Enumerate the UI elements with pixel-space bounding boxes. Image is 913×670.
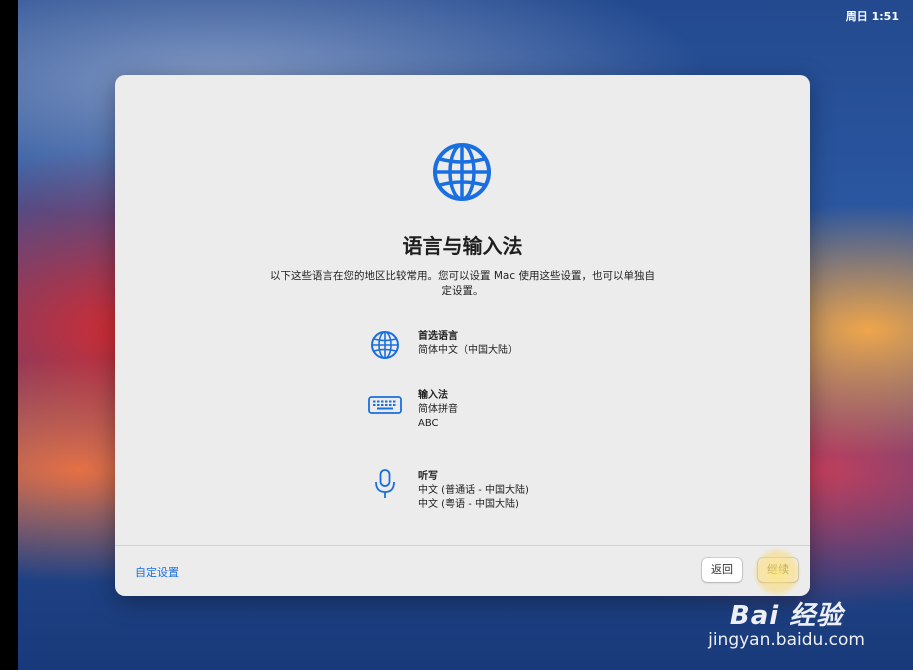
menubar-clock: 周日 1:51 bbox=[845, 10, 899, 23]
desktop-background: 周日 1:51 语言与输入法 以下这些语言在您的地区比较常用。您可以设置 Mac… bbox=[18, 0, 913, 670]
watermark: Bai 经验 jingyan.baidu.com bbox=[708, 595, 865, 650]
setup-dialog: 语言与输入法 以下这些语言在您的地区比较常用。您可以设置 Mac 使用这些设置，… bbox=[115, 75, 810, 596]
input-method-value-2: ABC bbox=[418, 418, 439, 429]
dialog-title: 语言与输入法 bbox=[402, 234, 523, 258]
dialog-description: 以下这些语言在您的地区比较常用。您可以设置 Mac 使用这些设置，也可以单独自定… bbox=[270, 270, 655, 297]
preferred-language-heading: 首选语言 bbox=[418, 331, 458, 342]
dictation-heading: 听写 bbox=[418, 471, 438, 482]
globe-icon bbox=[371, 331, 399, 359]
watermark-brand: Bai 经验 bbox=[729, 601, 844, 631]
continue-button[interactable]: 继续 bbox=[758, 558, 798, 582]
preferred-language-value: 简体中文（中国大陆） bbox=[418, 345, 518, 356]
input-method-heading: 输入法 bbox=[418, 390, 448, 401]
globe-icon bbox=[433, 143, 491, 201]
dictation-value-2: 中文 (粤语 - 中国大陆) bbox=[418, 499, 519, 510]
back-button[interactable]: 返回 bbox=[702, 558, 742, 582]
footer-divider bbox=[115, 545, 810, 546]
customize-settings-link[interactable]: 自定设置 bbox=[135, 564, 179, 580]
keyboard-icon bbox=[368, 396, 402, 414]
dictation-value-1: 中文 (普通话 - 中国大陆) bbox=[418, 485, 529, 496]
microphone-icon bbox=[375, 469, 395, 498]
watermark-url: jingyan.baidu.com bbox=[708, 630, 865, 650]
input-method-value-1: 简体拼音 bbox=[418, 404, 458, 415]
